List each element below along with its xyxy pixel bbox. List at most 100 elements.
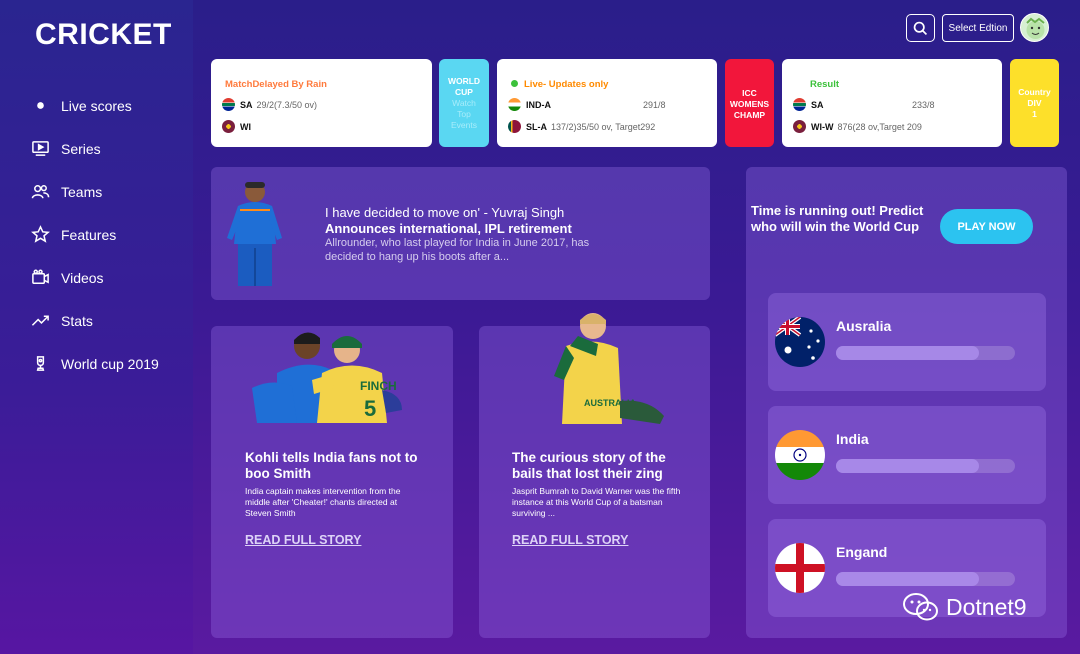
team-row: SA 29/2(7.3/50 ov) [222, 98, 317, 111]
sri-lanka-flag-icon [508, 120, 521, 133]
match-status: Result [810, 79, 840, 90]
team-score: 29/2(7.3/50 ov) [256, 99, 318, 110]
trending-icon [30, 311, 50, 331]
tile-line: DIV [1027, 98, 1042, 108]
team-row: SA [793, 98, 828, 111]
wechat-icon [903, 593, 938, 621]
india-flag-icon [775, 430, 825, 480]
headline-title: I have decided to move on' - Yuvraj Sing… [325, 205, 565, 220]
tile-line: ICC [742, 88, 757, 98]
team-row: SL-A 137/2)35/50 ov, Target292 [508, 120, 655, 133]
poll-option-australia[interactable]: Ausralia [768, 293, 1046, 391]
story-title[interactable]: Kohli tells India fans not to boo Smith [245, 450, 430, 482]
team-name: WI-W [811, 121, 834, 132]
tile-line: CHAMP [733, 110, 766, 120]
score-card-1[interactable]: MatchDelayed By Rain SA 29/2(7.3/50 ov) … [211, 59, 432, 147]
poll-option-name: Ausralia [836, 318, 892, 334]
score-card-2[interactable]: Live- Updates only IND-A 291/8 SL-A 137/… [497, 59, 717, 147]
story-desc: Jasprit Bumrah to David Warner was the f… [512, 486, 681, 518]
sidebar-item-label: Series [61, 140, 101, 157]
sidebar-item-features[interactable]: Features [30, 213, 159, 256]
users-icon [30, 182, 50, 202]
live-dot-icon [511, 80, 518, 87]
poll-option-india[interactable]: India [768, 406, 1046, 504]
team-row: WI-W 876(28 ov,Target 209 [793, 120, 922, 133]
match-status-text: Live- Updates only [524, 79, 609, 90]
story-desc: India captain makes intervention from th… [245, 486, 401, 518]
search-icon [913, 21, 928, 35]
tile-line: Watch [452, 98, 476, 108]
sidebar: CRICKET Live scores Series Teams Feature… [0, 0, 193, 654]
south-africa-flag-icon [222, 98, 235, 111]
country-div-tile[interactable]: Country DIV 1 [1010, 59, 1059, 147]
play-screen-icon [30, 139, 50, 159]
poll-progress-track [836, 346, 1015, 360]
headline-desc: Allrounder, who last played for India in… [325, 237, 590, 263]
avatar[interactable] [1020, 13, 1049, 42]
trophy-icon [30, 354, 50, 374]
england-flag-icon [775, 543, 825, 593]
tile-line: CUP [455, 87, 473, 97]
team-name: IND-A [526, 99, 551, 110]
sidebar-item-label: Features [61, 226, 117, 243]
south-africa-flag-icon [793, 98, 806, 111]
tile-line: Country [1018, 87, 1051, 97]
australia-flag-icon [775, 317, 825, 367]
score-card-3[interactable]: Result SA 233/8 WI-W 876(28 ov,Target 20… [782, 59, 1002, 147]
sidebar-item-series[interactable]: Series [30, 127, 159, 170]
poll-progress-fill [836, 459, 980, 473]
team-name: SA [811, 99, 824, 110]
west-indies-flag-icon [222, 120, 235, 133]
sidebar-nav: Live scores Series Teams Features Videos… [30, 84, 159, 385]
read-full-story-link[interactable]: READ FULL STORY [512, 533, 628, 547]
poll-progress-fill [836, 346, 980, 360]
team-score: 137/2)35/50 ov, Target292 [551, 121, 656, 132]
tile-line: Events [451, 120, 477, 130]
poll-option-name: India [836, 431, 869, 447]
search-button[interactable] [906, 14, 935, 42]
team-name: SA [240, 99, 253, 110]
headline-subtitle: Announces international, IPL retirement [325, 221, 572, 236]
story-title[interactable]: The curious story of the bails that lost… [512, 450, 697, 482]
sidebar-item-label: Videos [61, 269, 104, 286]
sidebar-item-teams[interactable]: Teams [30, 170, 159, 213]
svg-text:5: 5 [364, 396, 376, 421]
match-status: Live- Updates only [511, 79, 608, 90]
team-row: WI [222, 120, 255, 133]
sidebar-item-label: Stats [61, 312, 93, 329]
sidebar-item-live-scores[interactable]: Live scores [30, 84, 159, 127]
tile-line: 1 [1032, 109, 1037, 119]
team-score: 876(28 ov,Target 209 [837, 121, 922, 132]
read-full-story-link[interactable]: READ FULL STORY [245, 533, 361, 547]
tile-line: WORLD [447, 76, 481, 86]
world-cup-tile[interactable]: WORLD CUP Watch Top Events [439, 59, 489, 147]
poll-progress-track [836, 572, 1015, 586]
tile-line: WOMENS [729, 99, 770, 109]
sidebar-item-label: Teams [61, 183, 103, 200]
match-status: MatchDelayed By Rain [225, 79, 327, 90]
play-now-button[interactable]: PLAY NOW [940, 209, 1033, 244]
sidebar-item-world-cup-2019[interactable]: World cup 2019 [30, 342, 159, 385]
app-logo[interactable]: CRICKET [35, 18, 172, 52]
player-photo-icon [227, 182, 282, 286]
headline-title-block[interactable]: I have decided to move on' - Yuvraj Sing… [325, 205, 572, 237]
video-icon [30, 268, 50, 288]
select-edition-button[interactable]: Select Edtion [942, 14, 1014, 42]
sidebar-item-videos[interactable]: Videos [30, 256, 159, 299]
sidebar-item-label: Live scores [61, 97, 132, 114]
team-score: 233/8 [912, 100, 935, 110]
avatar-face-icon [1026, 17, 1045, 39]
players-hug-photo-icon: FINCH 5 [252, 332, 402, 423]
poll-option-name: Engand [836, 544, 888, 560]
team-row: IND-A [508, 98, 555, 111]
sidebar-item-stats[interactable]: Stats [30, 299, 159, 342]
west-indies-flag-icon [793, 120, 806, 133]
poll-progress-track [836, 459, 1015, 473]
team-name: WI [240, 121, 251, 132]
sidebar-item-label: World cup 2019 [61, 355, 159, 372]
icc-womens-champ-tile[interactable]: ICC WOMENS CHAMP [725, 59, 774, 147]
team-score: 291/8 [643, 100, 666, 110]
poll-progress-fill [836, 572, 980, 586]
svg-text:FINCH: FINCH [360, 379, 397, 393]
tile-line: Top [457, 109, 471, 119]
